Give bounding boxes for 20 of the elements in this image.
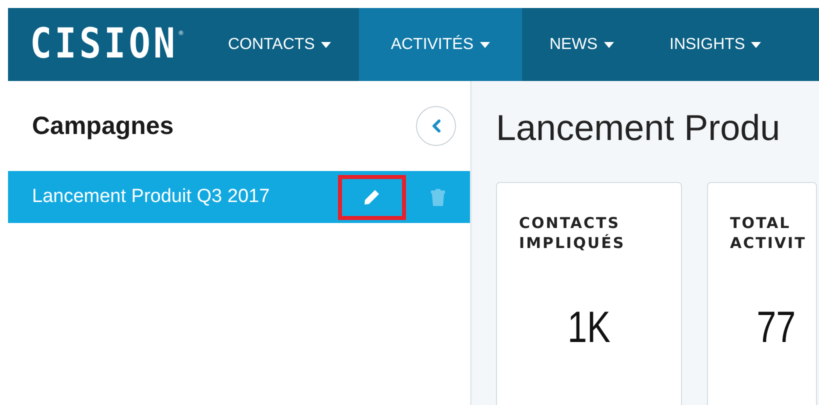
caret-icon [480, 42, 490, 48]
caret-icon [751, 42, 762, 48]
caret-icon [604, 42, 614, 48]
sidebar-title: Campagnes [32, 112, 174, 140]
stat-value: 1K [566, 303, 612, 353]
chevron-left-icon [430, 119, 442, 133]
stat-label: CONTACTS IMPLIQUÉS [519, 213, 626, 253]
campaign-title: Lancement Produ [496, 107, 782, 150]
stat-value: 77 [756, 303, 797, 353]
caret-icon [320, 42, 331, 48]
edit-button[interactable] [338, 174, 406, 220]
logo[interactable]: CISION$^{®}$ [8, 8, 200, 81]
nav-tab[interactable]: INSIGHTS [642, 8, 790, 81]
nav-tab[interactable]: ACTIVITÉS [358, 8, 522, 81]
trash-icon [431, 188, 445, 206]
stat-label: TOTAL ACTIVIT [730, 213, 808, 253]
collapse-button[interactable] [416, 106, 456, 146]
nav-tab[interactable]: CONTACTS [200, 8, 359, 81]
nav-tab[interactable]: NEWS [522, 8, 642, 81]
pencil-icon [363, 188, 381, 206]
